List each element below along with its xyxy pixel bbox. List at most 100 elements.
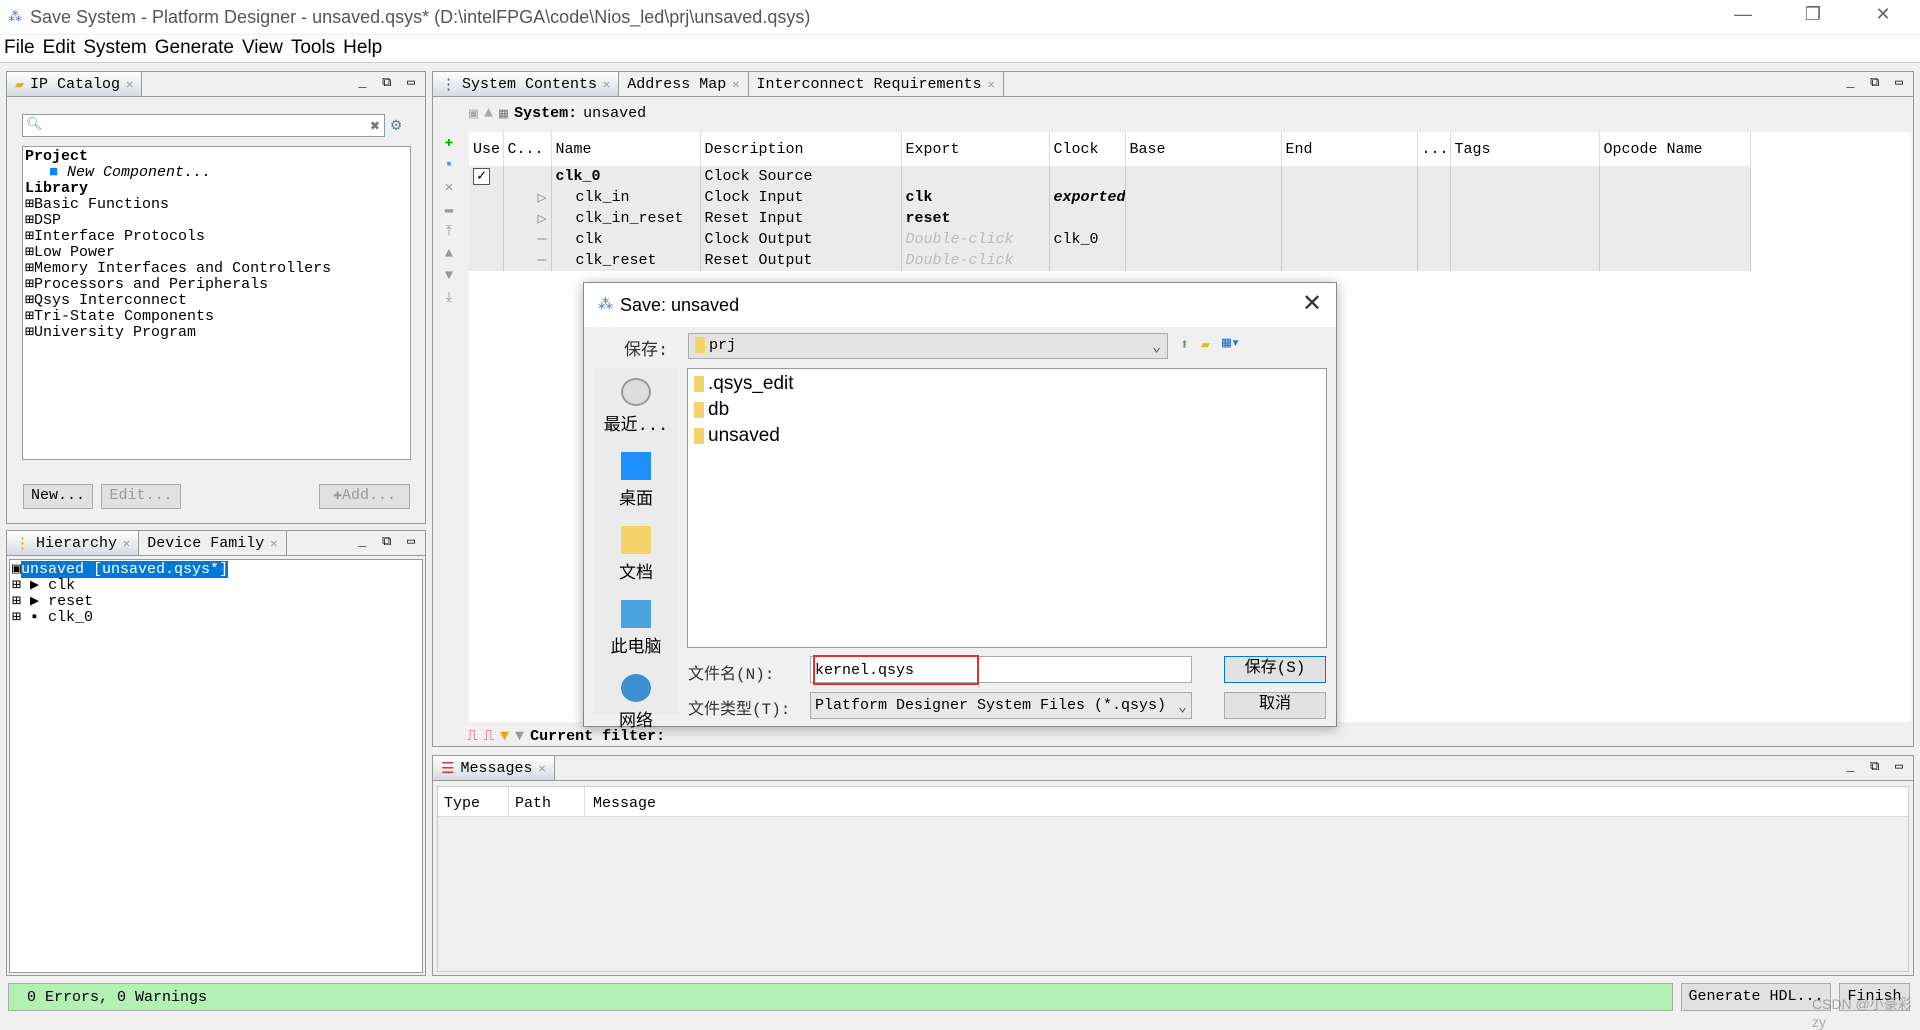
- file-item[interactable]: db: [688, 397, 1326, 423]
- panel-controls[interactable]: _ ⧉ ▭: [358, 75, 419, 90]
- add-icon[interactable]: ✚: [441, 134, 457, 151]
- tab-hierarchy[interactable]: ⋮ Hierarchy ✕: [7, 531, 140, 555]
- panel-controls[interactable]: _ ⧉ ▭: [1846, 75, 1907, 90]
- place-desktop[interactable]: 桌面: [594, 452, 678, 510]
- place-documents[interactable]: 文档: [594, 526, 678, 584]
- restore-button[interactable]: ❐: [1790, 4, 1836, 30]
- close-tab-icon[interactable]: ✕: [123, 536, 130, 551]
- column-header[interactable]: Opcode Name: [1599, 132, 1751, 166]
- tab-system-contents[interactable]: ⋮ System Contents ✕: [433, 72, 620, 96]
- new-folder-icon[interactable]: ▰: [1201, 335, 1210, 354]
- table-row[interactable]: ▷ clk_in Clock Input clk exported: [469, 187, 1751, 208]
- add-component-icon[interactable]: ▪: [441, 157, 457, 173]
- new-button[interactable]: New...: [23, 484, 93, 509]
- close-tab-icon[interactable]: ✕: [603, 77, 610, 92]
- table-row[interactable]: — clk_reset Reset Output Double-click: [469, 250, 1751, 271]
- table-row[interactable]: — clk Clock Output Double-click clk_0: [469, 229, 1751, 250]
- library-item[interactable]: ⊞University Program: [25, 325, 408, 341]
- column-header[interactable]: Base: [1125, 132, 1282, 166]
- menu-edit[interactable]: Edit: [39, 35, 80, 62]
- move-bottom-icon[interactable]: ⤓: [441, 290, 457, 306]
- export-cell[interactable]: Double-click: [901, 229, 1050, 250]
- column-path[interactable]: Path: [509, 787, 585, 816]
- column-header[interactable]: Description: [700, 132, 902, 166]
- column-header[interactable]: ...: [1417, 132, 1451, 166]
- close-tab-icon[interactable]: ✕: [270, 536, 277, 551]
- hierarchy-item[interactable]: ⊞ ▶ reset: [12, 594, 420, 610]
- column-header[interactable]: Use: [469, 132, 504, 166]
- filter-icon[interactable]: ▼: [500, 728, 509, 745]
- minimize-button[interactable]: —: [1720, 4, 1766, 30]
- column-header[interactable]: C...: [503, 132, 552, 166]
- library-item[interactable]: ⊞Basic Functions: [25, 197, 408, 213]
- place-network[interactable]: 网络: [594, 674, 678, 732]
- menu-generate[interactable]: Generate: [151, 35, 238, 62]
- library-item[interactable]: ⊞Processors and Peripherals: [25, 277, 408, 293]
- hierarchy-item[interactable]: ⊞ ▶ clk: [12, 578, 420, 594]
- cancel-button[interactable]: 取消: [1224, 692, 1326, 719]
- menu-help[interactable]: Help: [339, 35, 386, 62]
- remove-icon[interactable]: ✕: [441, 179, 457, 196]
- export-cell[interactable]: reset: [901, 208, 1050, 229]
- tab-interconnect-requirements[interactable]: Interconnect Requirements ✕: [749, 72, 1004, 96]
- save-in-dropdown[interactable]: prj ⌄: [688, 333, 1168, 359]
- close-tab-icon[interactable]: ✕: [732, 77, 739, 92]
- menu-file[interactable]: File: [0, 35, 39, 62]
- hierarchy-item[interactable]: ⊞ ▪ clk_0: [12, 610, 420, 626]
- tab-ip-catalog[interactable]: ▰ IP Catalog ✕: [7, 72, 143, 96]
- up-folder-icon[interactable]: ⬆: [1180, 335, 1189, 354]
- export-cell[interactable]: clk: [901, 187, 1050, 208]
- filename-input[interactable]: kernel.qsys: [810, 655, 1192, 685]
- table-row[interactable]: ▷ clk_in_reset Reset Input reset: [469, 208, 1751, 229]
- column-type[interactable]: Type: [438, 787, 509, 816]
- close-tab-icon[interactable]: ✕: [538, 761, 545, 776]
- library-item[interactable]: ⊞Memory Interfaces and Controllers: [25, 261, 408, 277]
- top-icon[interactable]: ▣: [469, 104, 478, 123]
- column-header[interactable]: Name: [551, 132, 701, 166]
- edit-icon[interactable]: ▬: [441, 202, 457, 218]
- export-cell[interactable]: Double-click: [901, 250, 1050, 271]
- move-top-icon[interactable]: ⤒: [441, 224, 457, 240]
- clock-filter-icon[interactable]: ⎍: [467, 727, 478, 745]
- add-button[interactable]: ✚Add...: [319, 484, 410, 509]
- panel-controls[interactable]: _ ⧉ ▭: [358, 534, 419, 549]
- reset-filter-icon[interactable]: ⎍: [484, 727, 495, 745]
- view-menu-icon[interactable]: ▦▾: [1222, 333, 1240, 352]
- table-row[interactable]: ✓ clk_0 Clock Source: [469, 166, 1751, 187]
- place-this-pc[interactable]: 此电脑: [594, 600, 678, 658]
- move-up-icon[interactable]: ▲: [441, 246, 457, 262]
- place-recent[interactable]: 最近...: [594, 378, 678, 436]
- ip-search-input[interactable]: 🔍︎ ✖: [22, 114, 385, 137]
- close-button[interactable]: ✕: [1860, 4, 1906, 30]
- column-message[interactable]: Message: [585, 787, 664, 816]
- menu-system[interactable]: System: [79, 35, 150, 62]
- column-header[interactable]: End: [1281, 132, 1418, 166]
- library-item[interactable]: ⊞Low Power: [25, 245, 408, 261]
- move-down-icon[interactable]: ▼: [441, 268, 457, 284]
- generate-hdl-button[interactable]: Generate HDL...: [1681, 983, 1831, 1011]
- gear-icon[interactable]: ⚙: [391, 115, 401, 136]
- new-component-item[interactable]: ■ New Component...: [25, 165, 408, 181]
- tab-address-map[interactable]: Address Map ✕: [619, 72, 749, 96]
- library-item[interactable]: ⊞DSP: [25, 213, 408, 229]
- clear-filter-icon[interactable]: ▼: [515, 728, 524, 745]
- file-item[interactable]: unsaved: [688, 423, 1326, 449]
- save-button[interactable]: 保存(S): [1224, 656, 1326, 683]
- close-tab-icon[interactable]: ✕: [988, 77, 995, 92]
- menu-view[interactable]: View: [238, 35, 287, 62]
- panel-controls[interactable]: _ ⧉ ▭: [1846, 759, 1907, 774]
- column-header[interactable]: Clock: [1049, 132, 1126, 166]
- use-checkbox[interactable]: ✓: [473, 168, 490, 185]
- menu-tools[interactable]: Tools: [287, 35, 339, 62]
- column-header[interactable]: Tags: [1450, 132, 1600, 166]
- close-tab-icon[interactable]: ✕: [126, 77, 133, 92]
- hierarchy-root[interactable]: ▣unsaved [unsaved.qsys*]: [12, 561, 420, 578]
- up-icon[interactable]: ▲: [484, 105, 493, 122]
- library-item[interactable]: ⊞Qsys Interconnect: [25, 293, 408, 309]
- library-item[interactable]: ⊞Tri-State Components: [25, 309, 408, 325]
- dialog-close-button[interactable]: ✕: [1302, 289, 1322, 318]
- filetype-dropdown[interactable]: Platform Designer System Files (*.qsys) ⌄: [810, 692, 1192, 719]
- tab-messages[interactable]: ☰ Messages ✕: [433, 756, 555, 780]
- clear-search-icon[interactable]: ✖: [370, 116, 380, 136]
- export-cell[interactable]: [901, 166, 1050, 187]
